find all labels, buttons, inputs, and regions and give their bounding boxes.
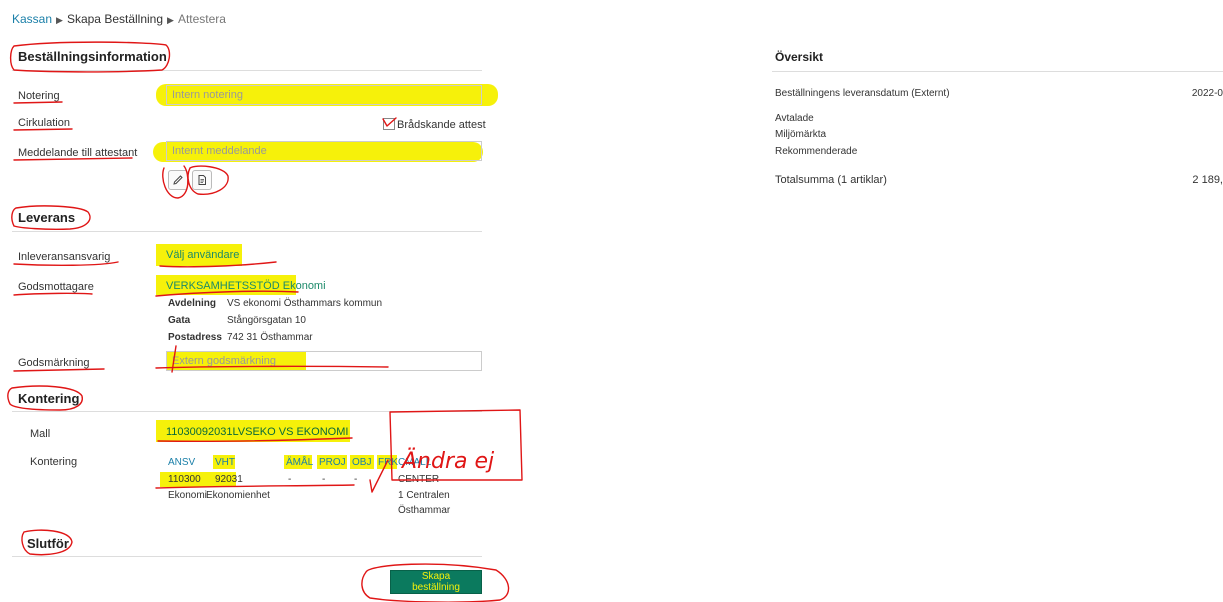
pencil-icon (173, 175, 183, 185)
value-obj: - (354, 474, 358, 485)
finish-divider (12, 556, 482, 557)
message-template-button[interactable] (192, 170, 212, 190)
street-value: Stångörsgatan 10 (227, 315, 306, 326)
postal-key: Postadress (168, 332, 222, 343)
delivery-date-label: Beställningens leveransdatum (Externt) (775, 88, 950, 99)
value-amal: - (288, 474, 292, 485)
value-cmall: CENTER (398, 474, 440, 485)
eco-label: Miljömärkta (775, 129, 827, 140)
value-proj: - (322, 474, 326, 485)
postal-value: 742 31 Östhammar (227, 332, 313, 343)
goods-receiver-label: Godsmottagare (18, 281, 94, 293)
breadcrumb: Kassan ▶ Skapa Beställning ▶ Attestera (12, 12, 226, 26)
urgent-label: Brådskande attest (397, 119, 486, 131)
template-link[interactable]: 11030092031LVSEKO VS EKONOMI (166, 426, 348, 438)
goods-marking-label: Godsmärkning (18, 357, 90, 369)
overview-title: Översikt (775, 50, 824, 64)
message-input[interactable] (166, 141, 482, 161)
total-value: 2 189, (1192, 174, 1223, 186)
delivery-date-value: 2022-0 (1191, 88, 1223, 99)
template-label: Mall (30, 428, 51, 440)
order-info-divider (12, 70, 482, 71)
recommended-label: Rekommenderade (775, 146, 858, 157)
message-label: Meddelande till attestant (18, 147, 138, 159)
edit-message-button[interactable] (168, 170, 188, 190)
box-andra-ej (389, 409, 523, 481)
document-icon (198, 175, 206, 185)
breadcrumb-separator-icon: ▶ (56, 15, 63, 25)
delivery-divider (12, 231, 482, 232)
agreed-label: Avtalade (775, 113, 814, 124)
cmall-line-1: 1 Centralen (398, 490, 450, 501)
col-proj[interactable]: PROJ (319, 457, 346, 468)
note-label: Notering (18, 90, 60, 102)
col-vht[interactable]: VHT (215, 457, 235, 468)
underline-circulation (13, 128, 73, 131)
note-input[interactable] (166, 85, 482, 105)
finish-title: Slutför (27, 536, 69, 551)
col-cmall[interactable]: CMALL (398, 457, 431, 468)
select-user-link[interactable]: Välj användare (166, 249, 239, 261)
accounting-divider (12, 411, 482, 412)
col-amal[interactable]: ÄMÅL (286, 457, 313, 468)
accounting-title: Kontering (18, 391, 80, 406)
value-ansv: 110300 (168, 474, 201, 485)
order-info-title: Beställningsinformation (18, 49, 167, 64)
department-key: Avdelning (168, 298, 216, 309)
urgent-checkbox[interactable] (383, 118, 395, 130)
total-label: Totalsumma (1 artiklar) (775, 174, 887, 186)
cmall-line-2: Östhammar (398, 505, 451, 516)
create-order-button[interactable]: Skapa beställning (390, 570, 482, 594)
desc-ansv: Ekonomi (168, 490, 207, 501)
col-frk[interactable]: FRK (378, 457, 398, 468)
underline-note (13, 101, 63, 104)
value-vht: 92031 (215, 474, 243, 485)
overview-divider (772, 71, 1223, 72)
underline-goods (13, 292, 93, 296)
goods-marking-input[interactable] (166, 351, 482, 371)
coding-label: Kontering (30, 456, 78, 468)
receiver-label: Inleveransansvarig (18, 251, 111, 263)
breadcrumb-skapa-bestallning[interactable]: Skapa Beställning (67, 12, 163, 26)
desc-vht: Ekonomienhet (206, 490, 270, 501)
col-ansv[interactable]: ANSV (168, 457, 195, 468)
street-key: Gata (168, 315, 191, 326)
breadcrumb-separator-icon: ▶ (167, 15, 174, 25)
delivery-title: Leverans (18, 210, 76, 225)
goods-receiver-link[interactable]: VERKSAMHETSSTÖD Ekonomi (166, 280, 326, 292)
breadcrumb-attestera: Attestera (177, 12, 226, 26)
col-obj[interactable]: OBJ (352, 457, 371, 468)
department-value: VS ekonomi Östhammars kommun (227, 298, 383, 309)
breadcrumb-kassan[interactable]: Kassan (12, 12, 52, 26)
circulation-label: Cirkulation (18, 117, 70, 129)
underline-marking (13, 368, 105, 372)
